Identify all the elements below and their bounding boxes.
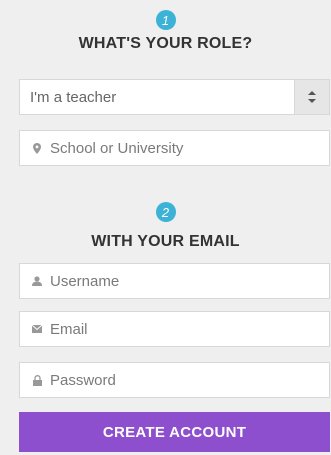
location-pin-icon [32, 142, 42, 154]
step-badge-2: 2 [155, 202, 176, 222]
email-placeholder: Email [50, 320, 88, 338]
lock-icon [32, 374, 42, 386]
select-arrows-icon[interactable] [294, 80, 329, 114]
role-heading: WHAT'S YOUR ROLE? [78, 35, 253, 52]
username-placeholder: Username [50, 272, 120, 290]
email-input[interactable]: Email [19, 311, 330, 347]
step-2: 2 [0, 202, 331, 222]
school-placeholder: School or University [50, 139, 184, 157]
password-input[interactable]: Password [19, 362, 330, 398]
create-account-button[interactable]: CREATE ACCOUNT [19, 412, 330, 452]
step-badge-1: 1 [155, 10, 176, 30]
user-icon [32, 276, 42, 286]
role-select[interactable]: I'm a teacher [19, 79, 330, 115]
role-select-value: I'm a teacher [30, 88, 117, 106]
step-1: 1 [0, 10, 331, 30]
password-placeholder: Password [50, 371, 116, 389]
school-input[interactable]: School or University [19, 130, 330, 166]
username-input[interactable]: Username [19, 263, 330, 299]
envelope-icon [32, 324, 42, 334]
email-heading: WITH YOUR EMAIL [91, 233, 240, 250]
